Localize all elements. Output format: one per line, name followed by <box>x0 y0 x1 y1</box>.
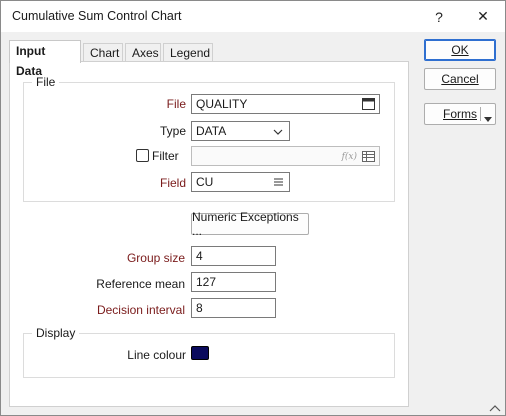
group-size-label: Group size <box>126 251 185 265</box>
forms-label: Forms <box>443 107 477 121</box>
filter-input[interactable]: f(x) <box>191 146 380 166</box>
field-value: CU <box>196 175 214 189</box>
forms-dropdown-icon[interactable] <box>484 111 492 125</box>
dialog-window: Cumulative Sum Control Chart ? ✕ Input D… <box>0 0 506 416</box>
window-title: Cumulative Sum Control Chart <box>12 9 182 23</box>
table-icon[interactable] <box>361 149 375 163</box>
reference-mean-input[interactable]: 127 <box>191 272 276 292</box>
line-colour-label: Line colour <box>127 348 186 362</box>
function-icon[interactable]: f(x) <box>342 150 357 164</box>
ok-button[interactable]: OK <box>424 39 496 61</box>
file-value: QUALITY <box>196 97 248 111</box>
filter-checkbox[interactable] <box>136 149 149 162</box>
help-icon: ? <box>435 8 443 25</box>
type-select[interactable]: DATA <box>191 121 290 141</box>
decision-interval-input[interactable]: 8 <box>191 298 276 318</box>
reference-mean-label: Reference mean <box>96 277 185 291</box>
group-size-input[interactable]: 4 <box>191 246 276 266</box>
collapse-icon[interactable] <box>489 401 501 412</box>
numeric-exceptions-button[interactable]: Numeric Exceptions ... <box>191 210 309 238</box>
tab-chart[interactable]: Chart <box>83 43 123 62</box>
forms-button[interactable]: Forms <box>424 103 496 125</box>
type-label: Type <box>159 124 186 138</box>
close-button[interactable]: ✕ <box>463 1 503 32</box>
file-group: File File QUALITY Type DATA Filter f(x) <box>23 75 395 202</box>
list-icon[interactable] <box>271 175 285 189</box>
field-input[interactable]: CU <box>191 172 290 192</box>
line-colour-swatch[interactable] <box>191 346 209 360</box>
ok-label: OK <box>451 43 469 57</box>
forms-divider <box>480 107 481 121</box>
tab-input-data[interactable]: Input Data <box>9 40 81 78</box>
file-input[interactable]: QUALITY <box>191 94 380 114</box>
display-group-title: Display <box>32 326 80 340</box>
chevron-down-icon <box>271 125 285 139</box>
file-label: File <box>166 97 186 111</box>
filter-label: Filter <box>152 149 179 163</box>
close-icon: ✕ <box>477 8 489 24</box>
tab-legend[interactable]: Legend <box>163 43 213 62</box>
help-button[interactable]: ? <box>419 1 459 32</box>
input-data-panel: File File QUALITY Type DATA Filter f(x) <box>9 61 409 407</box>
tab-axes[interactable]: Axes <box>125 43 161 62</box>
decision-interval-label: Decision interval <box>96 303 185 317</box>
cancel-label: Cancel <box>441 72 479 86</box>
type-value: DATA <box>196 124 227 138</box>
display-group: Display Line colour <box>23 326 395 378</box>
field-label: Field <box>159 176 186 190</box>
cancel-button[interactable]: Cancel <box>424 68 496 90</box>
browse-file-icon[interactable] <box>361 97 375 111</box>
title-bar: Cumulative Sum Control Chart ? ✕ <box>1 1 505 32</box>
